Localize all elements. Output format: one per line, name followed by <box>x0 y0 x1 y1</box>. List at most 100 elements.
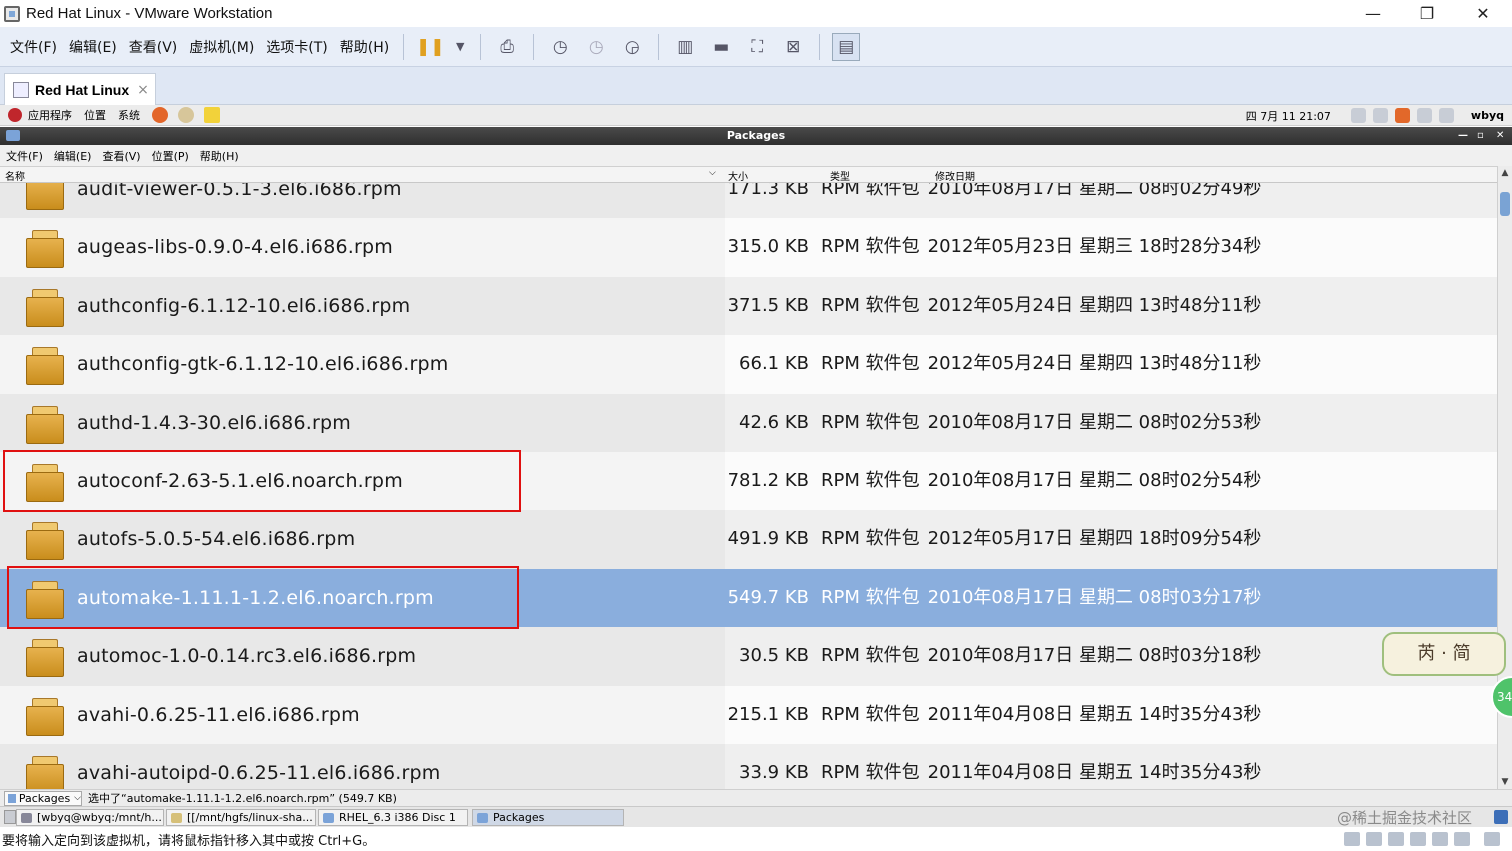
location-selector[interactable]: Packages ⌵ <box>4 790 82 806</box>
file-name-cell[interactable]: avahi-autoipd-0.6.25-11.el6.i686.rpm <box>0 744 725 789</box>
file-row[interactable]: avahi-0.6.25-11.el6.i686.rpm 215.1 KB RPM … <box>0 685 1497 744</box>
network-icon[interactable] <box>1372 108 1388 123</box>
toolbar-separator <box>403 33 405 60</box>
panel-username[interactable]: wbyq <box>1471 109 1504 122</box>
taskbar-item-disc[interactable]: RHEL_6.3 i386 Disc 1 <box>318 809 468 826</box>
file-info-cell[interactable]: 171.3 KB RPM 软件包 2010年08月17日 星期二 08时02分49秒 <box>725 183 1497 219</box>
nautilus-menu-view[interactable]: 查看(V) <box>102 148 140 164</box>
menu-edit[interactable]: 编辑(E) <box>63 37 123 57</box>
file-name-cell[interactable]: authconfig-gtk-6.1.12-10.el6.i686.rpm <box>0 335 725 394</box>
file-row[interactable]: augeas-libs-0.9.0-4.el6.i686.rpm 315.0 KB… <box>0 218 1497 277</box>
file-name: autofs-5.0.5-54.el6.i686.rpm <box>77 528 356 551</box>
column-header-type[interactable]: 类型 <box>830 168 850 183</box>
nautilus-menu-edit[interactable]: 编辑(E) <box>54 148 92 164</box>
fullscreen-icon[interactable]: ⛶ <box>743 33 771 61</box>
package-icon <box>24 697 66 736</box>
taskbar-item-folder[interactable]: [[/mnt/hgfs/linux-sha... <box>166 809 316 826</box>
file-info-cell[interactable]: 371.5 KB RPM 软件包 2012年05月24日 星期四 13时48分11秒 <box>725 276 1497 336</box>
taskbar-item-packages[interactable]: Packages <box>472 809 624 826</box>
file-info-cell[interactable]: 42.6 KB RPM 软件包 2010年08月17日 星期二 08时02分53秒 <box>725 393 1497 452</box>
menu-file[interactable]: 文件(F) <box>4 37 63 57</box>
volume-icon[interactable] <box>1416 108 1432 123</box>
restore-button[interactable]: ❐ <box>1404 0 1450 27</box>
column-header-size[interactable]: 大小 <box>728 168 748 183</box>
nautilus-menu-places[interactable]: 位置(P) <box>152 148 189 164</box>
workspace-switcher-icon[interactable] <box>1494 810 1508 824</box>
nautilus-menu-file[interactable]: 文件(F) <box>6 148 43 164</box>
console-view-icon[interactable]: ▬ <box>707 33 735 61</box>
scroll-up-icon[interactable]: ▲ <box>1498 166 1512 180</box>
file-name-cell[interactable]: audit-viewer-0.5.1-3.el6.i686.rpm <box>0 183 725 219</box>
pause-icon[interactable]: ❚❚ <box>416 33 445 61</box>
file-row[interactable]: authconfig-gtk-6.1.12-10.el6.i686.rpm 66.… <box>0 335 1497 394</box>
file-name-cell[interactable]: authconfig-6.1.12-10.el6.i686.rpm <box>0 276 725 336</box>
close-window-button[interactable]: ✕ <box>1460 0 1506 27</box>
file-name-cell[interactable]: autofs-5.0.5-54.el6.i686.rpm <box>0 510 725 569</box>
library-icon[interactable]: ▥ <box>671 33 699 61</box>
file-info-cell[interactable]: 66.1 KB RPM 软件包 2012年05月24日 星期四 13时48分11秒 <box>725 335 1497 394</box>
file-name-cell[interactable]: avahi-0.6.25-11.el6.i686.rpm <box>0 685 725 744</box>
printer-icon[interactable] <box>1410 832 1426 846</box>
file-row[interactable]: authconfig-6.1.12-10.el6.i686.rpm 371.5 K… <box>0 276 1497 336</box>
firefox-icon[interactable] <box>152 107 168 123</box>
menu-help[interactable]: 帮助(H) <box>334 37 395 57</box>
menu-view[interactable]: 查看(V) <box>123 37 184 57</box>
menu-tabs[interactable]: 选项卡(T) <box>260 37 333 57</box>
file-info-cell[interactable]: 315.0 KB RPM 软件包 2012年05月23日 星期三 18时28分34秒 <box>725 218 1497 277</box>
show-desktop-icon[interactable] <box>4 810 16 824</box>
dropdown-icon[interactable]: ▼ <box>452 33 468 61</box>
nautilus-close-icon[interactable]: ✕ <box>1496 127 1504 145</box>
send-ctrl-alt-del-icon[interactable]: ⎙ <box>493 33 521 61</box>
file-info-cell[interactable]: 781.2 KB RPM 软件包 2010年08月17日 星期二 08时02分54秒 <box>725 452 1497 511</box>
update-icon[interactable] <box>1350 108 1366 123</box>
nautilus-menu-help[interactable]: 帮助(H) <box>200 148 239 164</box>
column-header-modified[interactable]: 修改日期 <box>935 168 975 183</box>
snapshot-manager-icon[interactable]: ◶ <box>618 33 646 61</box>
file-row[interactable]: avahi-autoipd-0.6.25-11.el6.i686.rpm 33.9… <box>0 744 1497 789</box>
notes-icon[interactable] <box>204 107 220 123</box>
file-name-cell[interactable]: automoc-1.0-0.14.rc3.el6.i686.rpm <box>0 627 725 686</box>
file-row[interactable]: authd-1.4.3-30.el6.i686.rpm 42.6 KB RPM 软件… <box>0 393 1497 452</box>
unity-icon[interactable]: ⊠ <box>779 33 807 61</box>
snapshot-icon[interactable]: ◷ <box>546 33 574 61</box>
file-row[interactable]: automoc-1.0-0.14.rc3.el6.i686.rpm 30.5 KB… <box>0 627 1497 686</box>
taskbar-item-terminal[interactable]: [wbyq@wbyq:/mnt/h... <box>16 809 164 826</box>
tab-red-hat-linux[interactable]: Red Hat Linux × <box>4 73 156 105</box>
file-size: 30.5 KB <box>739 645 809 667</box>
file-name-cell[interactable]: augeas-libs-0.9.0-4.el6.i686.rpm <box>0 218 725 277</box>
minimize-button[interactable]: — <box>1350 0 1396 27</box>
sort-indicator-icon[interactable]: ⌵ <box>709 168 716 178</box>
file-name-cell[interactable]: authd-1.4.3-30.el6.i686.rpm <box>0 393 725 452</box>
column-header-name[interactable]: 名称 <box>5 168 25 183</box>
display-icon[interactable] <box>1438 108 1454 123</box>
scroll-thumb[interactable] <box>1500 192 1510 216</box>
nautilus-minimize-icon[interactable]: — <box>1458 127 1468 145</box>
sound-icon[interactable] <box>1432 832 1448 846</box>
panel-clock[interactable]: 四 7月 11 21:07 <box>1246 108 1331 124</box>
menu-vm[interactable]: 虚拟机(M) <box>183 37 260 57</box>
file-info-cell[interactable]: 33.9 KB RPM 软件包 2011年04月08日 星期五 14时35分43秒 <box>725 744 1497 789</box>
cdrom-icon[interactable] <box>1366 832 1382 846</box>
file-info-cell[interactable]: 491.9 KB RPM 软件包 2012年05月17日 星期四 18时09分54秒 <box>725 510 1497 569</box>
file-size: 33.9 KB <box>739 762 809 783</box>
file-info-cell[interactable]: 549.7 KB RPM 软件包 2010年08月17日 星期二 08时03分17秒 <box>725 568 1497 628</box>
usb-icon[interactable] <box>1454 832 1470 846</box>
file-row[interactable]: autofs-5.0.5-54.el6.i686.rpm 491.9 KB RPM … <box>0 510 1497 569</box>
panel-menu-applications[interactable]: 应用程序 <box>28 107 72 123</box>
close-tab-icon[interactable]: × <box>137 82 149 98</box>
thumbnail-icon[interactable]: ▤ <box>832 32 861 61</box>
file-row[interactable]: audit-viewer-0.5.1-3.el6.i686.rpm 171.3 K… <box>0 183 1497 219</box>
nautilus-maximize-icon[interactable]: ▫ <box>1477 127 1484 145</box>
revert-snapshot-icon[interactable]: ◷ <box>582 33 610 61</box>
scroll-down-icon[interactable]: ▼ <box>1498 775 1512 789</box>
network-adapter-icon[interactable] <box>1388 832 1404 846</box>
alert-icon[interactable] <box>1394 108 1410 123</box>
message-icon[interactable] <box>1484 832 1500 846</box>
panel-menu-places[interactable]: 位置 <box>84 107 106 123</box>
toolbar-separator <box>533 33 535 60</box>
harddisk-icon[interactable] <box>1344 832 1360 846</box>
mail-icon[interactable] <box>178 107 194 123</box>
panel-menu-system[interactable]: 系统 <box>118 107 140 123</box>
package-icon <box>24 347 66 386</box>
file-info-cell[interactable]: 215.1 KB RPM 软件包 2011年04月08日 星期五 14时35分43秒 <box>725 685 1497 744</box>
